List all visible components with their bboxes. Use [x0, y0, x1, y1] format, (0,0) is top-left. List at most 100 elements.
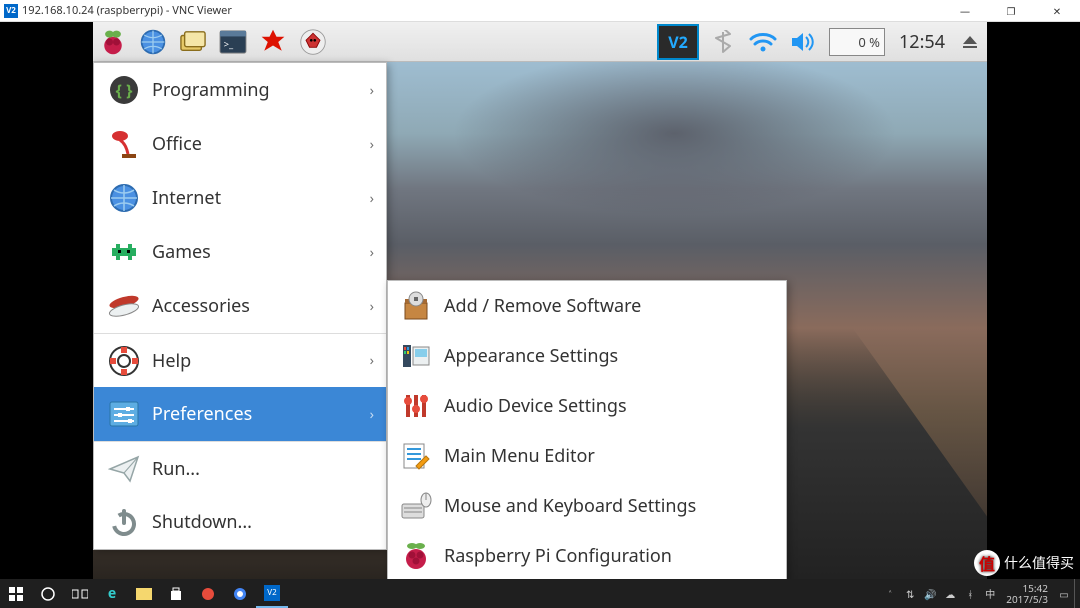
submenu-item-audio-device-settings[interactable]: Audio Device Settings — [388, 381, 786, 431]
application-menu: { }Programming›Office›Internet›Games›Acc… — [93, 62, 387, 550]
tray-onedrive-icon[interactable]: ☁ — [940, 587, 960, 601]
submenu-item-label: Main Menu Editor — [444, 444, 595, 468]
app-taskbar-icon-1[interactable] — [192, 579, 224, 608]
eject-icon[interactable] — [961, 33, 979, 51]
vnc-content: >_ V2 — [0, 22, 1080, 579]
letterbox-right — [987, 22, 1080, 579]
submenu-item-main-menu-editor[interactable]: Main Menu Editor — [388, 431, 786, 481]
code-icon: { } — [106, 72, 142, 108]
minimize-button[interactable]: — — [942, 0, 988, 21]
tray-chevron-icon[interactable]: ˄ — [880, 587, 900, 601]
submenu-item-add-remove-software[interactable]: Add / Remove Software — [388, 281, 786, 331]
watermark-text: 什么值得买 — [1004, 553, 1074, 573]
edge-icon[interactable]: e — [96, 579, 128, 608]
tray-volume-icon[interactable]: 🔊 — [920, 587, 940, 601]
menu-item-label: Shutdown... — [152, 510, 252, 534]
raspberry-icon — [400, 540, 432, 572]
palette-icon — [400, 340, 432, 372]
lifebuoy-icon — [106, 343, 142, 379]
bluetooth-icon[interactable] — [703, 22, 743, 62]
submenu-arrow-icon: › — [370, 243, 374, 262]
vnc-server-icon[interactable]: V2 — [657, 24, 699, 60]
menu-item-programming[interactable]: { } Programming › — [94, 63, 386, 117]
submenu-arrow-icon: › — [370, 81, 374, 100]
windows-taskbar: e V2 ˄ ⇅ 🔊 ☁ ᚼ 中 15:42 2017/5/3 ▭ — [0, 579, 1080, 608]
cortana-icon[interactable] — [32, 579, 64, 608]
menu-item-office[interactable]: Office › — [94, 117, 386, 171]
show-desktop-button[interactable] — [1074, 579, 1080, 608]
tray-date: 2017/5/3 — [1006, 594, 1048, 605]
menu-item-label: Accessories — [152, 294, 250, 318]
menu-item-internet[interactable]: Internet› — [94, 171, 386, 225]
start-button[interactable] — [0, 579, 32, 608]
close-button[interactable]: ✕ — [1034, 0, 1080, 21]
paperplane-icon — [106, 451, 142, 487]
menu-item-games[interactable]: Games› — [94, 225, 386, 279]
submenu-arrow-icon: › — [370, 135, 374, 154]
submenu-arrow-icon: › — [370, 189, 374, 208]
preferences-submenu: Add / Remove Software Appearance Settings… — [387, 280, 787, 579]
submenu-item-label: Appearance Settings — [444, 344, 618, 368]
start-menu-icon[interactable] — [93, 22, 133, 62]
menu-item-label: Help — [152, 349, 191, 373]
window-title: 192.168.10.24 (raspberrypi) - VNC Viewer — [22, 3, 232, 18]
submenu-item-appearance-settings[interactable]: Appearance Settings — [388, 331, 786, 381]
menu-item-label: Run... — [152, 457, 200, 481]
vnc-taskbar-icon[interactable]: V2 — [256, 579, 288, 608]
wifi-icon[interactable] — [743, 22, 783, 62]
file-manager-icon[interactable] — [173, 22, 213, 62]
submenu-arrow-icon: › — [370, 297, 374, 316]
raspberry-pi-desktop[interactable]: >_ V2 — [93, 22, 987, 579]
submenu-item-raspberry-pi-configuration[interactable]: Raspberry Pi Configuration — [388, 531, 786, 579]
tray-network-icon[interactable]: ⇅ — [900, 587, 920, 601]
wolfram-icon[interactable] — [293, 22, 333, 62]
submenu-item-label: Mouse and Keyboard Settings — [444, 494, 696, 518]
submenu-arrow-icon: › — [370, 405, 374, 424]
mouse-keyboard-icon — [400, 490, 432, 522]
vnc-app-icon: V2 — [4, 4, 18, 18]
volume-icon[interactable] — [783, 22, 823, 62]
svg-text:>_: >_ — [224, 37, 234, 50]
svg-text:{ }: { } — [116, 79, 133, 101]
cpu-usage-widget[interactable]: 0 % — [829, 28, 885, 56]
globe-icon — [106, 180, 142, 216]
menu-item-label: Programming — [152, 78, 270, 102]
action-center-icon[interactable]: ▭ — [1054, 587, 1074, 601]
windows-clock[interactable]: 15:42 2017/5/3 — [1006, 583, 1048, 605]
tray-bluetooth-icon[interactable]: ᚼ — [960, 587, 980, 601]
power-icon — [106, 504, 142, 540]
tray-ime-icon: 中 — [980, 586, 1000, 601]
host-titlebar[interactable]: V2 192.168.10.24 (raspberrypi) - VNC Vie… — [0, 0, 1080, 22]
store-icon[interactable] — [160, 579, 192, 608]
lamp-icon — [106, 126, 142, 162]
menu-editor-icon — [400, 440, 432, 472]
menu-item-help[interactable]: Help › — [94, 333, 386, 387]
terminal-icon[interactable]: >_ — [213, 22, 253, 62]
submenu-item-label: Raspberry Pi Configuration — [444, 544, 672, 568]
vnc-viewer-window: V2 192.168.10.24 (raspberrypi) - VNC Vie… — [0, 0, 1080, 579]
menu-item-preferences[interactable]: Preferences› — [94, 387, 386, 441]
menu-item-accessories[interactable]: Accessories › — [94, 279, 386, 333]
submenu-item-mouse-and-keyboard-settings[interactable]: Mouse and Keyboard Settings — [388, 481, 786, 531]
menu-item-shutdown-[interactable]: Shutdown... — [94, 495, 386, 549]
mathematica-icon[interactable] — [253, 22, 293, 62]
mixer-icon — [400, 390, 432, 422]
task-view-icon[interactable] — [64, 579, 96, 608]
submenu-item-label: Audio Device Settings — [444, 394, 627, 418]
letterbox-left — [0, 22, 93, 579]
sliders-icon — [106, 396, 142, 432]
clock[interactable]: 12:54 — [899, 30, 945, 54]
package-icon — [400, 290, 432, 322]
menu-item-run-[interactable]: Run... — [94, 441, 386, 495]
submenu-arrow-icon: › — [370, 351, 374, 370]
knife-icon — [106, 288, 142, 324]
watermark: 值 什么值得买 — [974, 550, 1074, 576]
maximize-button[interactable]: ❐ — [988, 0, 1034, 21]
explorer-taskbar-icon[interactable] — [128, 579, 160, 608]
menu-item-label: Office — [152, 132, 202, 156]
browser-icon[interactable] — [133, 22, 173, 62]
chrome-icon[interactable] — [224, 579, 256, 608]
wallpaper-clouds — [451, 50, 898, 217]
watermark-badge: 值 — [974, 550, 1000, 576]
submenu-item-label: Add / Remove Software — [444, 294, 641, 318]
